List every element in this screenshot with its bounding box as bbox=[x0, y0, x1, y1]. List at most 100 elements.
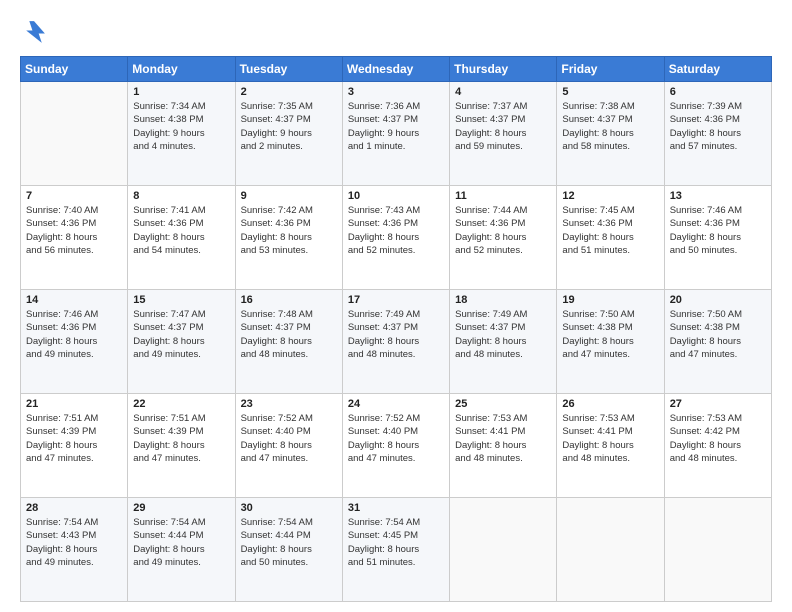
calendar-cell: 1 Sunrise: 7:34 AM Sunset: 4:38 PM Daylig… bbox=[128, 82, 235, 186]
calendar-cell: 25 Sunrise: 7:53 AM Sunset: 4:41 PM Dayli… bbox=[450, 394, 557, 498]
calendar-cell bbox=[664, 498, 771, 602]
day-info: Sunrise: 7:51 AM Sunset: 4:39 PM Dayligh… bbox=[133, 412, 229, 465]
calendar-cell: 28 Sunrise: 7:54 AM Sunset: 4:43 PM Dayli… bbox=[21, 498, 128, 602]
day-info: Sunrise: 7:48 AM Sunset: 4:37 PM Dayligh… bbox=[241, 308, 337, 361]
day-number: 26 bbox=[562, 398, 658, 410]
col-header-wednesday: Wednesday bbox=[342, 57, 449, 82]
day-number: 17 bbox=[348, 294, 444, 306]
day-info: Sunrise: 7:39 AM Sunset: 4:36 PM Dayligh… bbox=[670, 100, 766, 153]
day-number: 9 bbox=[241, 190, 337, 202]
day-number: 29 bbox=[133, 502, 229, 514]
day-info: Sunrise: 7:40 AM Sunset: 4:36 PM Dayligh… bbox=[26, 204, 122, 257]
col-header-sunday: Sunday bbox=[21, 57, 128, 82]
calendar-cell: 9 Sunrise: 7:42 AM Sunset: 4:36 PM Daylig… bbox=[235, 186, 342, 290]
logo-icon bbox=[20, 18, 48, 46]
calendar-cell: 14 Sunrise: 7:46 AM Sunset: 4:36 PM Dayli… bbox=[21, 290, 128, 394]
day-number: 28 bbox=[26, 502, 122, 514]
day-number: 2 bbox=[241, 86, 337, 98]
day-number: 15 bbox=[133, 294, 229, 306]
day-number: 4 bbox=[455, 86, 551, 98]
day-number: 23 bbox=[241, 398, 337, 410]
day-info: Sunrise: 7:38 AM Sunset: 4:37 PM Dayligh… bbox=[562, 100, 658, 153]
calendar-cell: 24 Sunrise: 7:52 AM Sunset: 4:40 PM Dayli… bbox=[342, 394, 449, 498]
calendar-cell: 22Sunrise: 7:51 AM Sunset: 4:39 PM Dayli… bbox=[128, 394, 235, 498]
day-info: Sunrise: 7:42 AM Sunset: 4:36 PM Dayligh… bbox=[241, 204, 337, 257]
calendar-cell: 8Sunrise: 7:41 AM Sunset: 4:36 PM Daylig… bbox=[128, 186, 235, 290]
calendar-cell: 5 Sunrise: 7:38 AM Sunset: 4:37 PM Daylig… bbox=[557, 82, 664, 186]
day-number: 12 bbox=[562, 190, 658, 202]
col-header-saturday: Saturday bbox=[664, 57, 771, 82]
calendar-cell: 6 Sunrise: 7:39 AM Sunset: 4:36 PM Daylig… bbox=[664, 82, 771, 186]
day-info: Sunrise: 7:43 AM Sunset: 4:36 PM Dayligh… bbox=[348, 204, 444, 257]
calendar-header-row: SundayMondayTuesdayWednesdayThursdayFrid… bbox=[21, 57, 772, 82]
day-info: Sunrise: 7:46 AM Sunset: 4:36 PM Dayligh… bbox=[670, 204, 766, 257]
day-info: Sunrise: 7:54 AM Sunset: 4:45 PM Dayligh… bbox=[348, 516, 444, 569]
day-info: Sunrise: 7:37 AM Sunset: 4:37 PM Dayligh… bbox=[455, 100, 551, 153]
day-info: Sunrise: 7:54 AM Sunset: 4:44 PM Dayligh… bbox=[241, 516, 337, 569]
day-number: 25 bbox=[455, 398, 551, 410]
day-number: 5 bbox=[562, 86, 658, 98]
day-info: Sunrise: 7:36 AM Sunset: 4:37 PM Dayligh… bbox=[348, 100, 444, 153]
calendar-cell: 7Sunrise: 7:40 AM Sunset: 4:36 PM Daylig… bbox=[21, 186, 128, 290]
calendar-cell: 31Sunrise: 7:54 AM Sunset: 4:45 PM Dayli… bbox=[342, 498, 449, 602]
day-number: 6 bbox=[670, 86, 766, 98]
day-number: 19 bbox=[562, 294, 658, 306]
calendar-cell: 29 Sunrise: 7:54 AM Sunset: 4:44 PM Dayli… bbox=[128, 498, 235, 602]
calendar-cell: 18 Sunrise: 7:49 AM Sunset: 4:37 PM Dayli… bbox=[450, 290, 557, 394]
day-info: Sunrise: 7:47 AM Sunset: 4:37 PM Dayligh… bbox=[133, 308, 229, 361]
day-info: Sunrise: 7:52 AM Sunset: 4:40 PM Dayligh… bbox=[348, 412, 444, 465]
day-info: Sunrise: 7:34 AM Sunset: 4:38 PM Dayligh… bbox=[133, 100, 229, 153]
calendar-cell: 27 Sunrise: 7:53 AM Sunset: 4:42 PM Dayli… bbox=[664, 394, 771, 498]
day-number: 1 bbox=[133, 86, 229, 98]
day-number: 16 bbox=[241, 294, 337, 306]
calendar-cell: 4 Sunrise: 7:37 AM Sunset: 4:37 PM Daylig… bbox=[450, 82, 557, 186]
day-info: Sunrise: 7:53 AM Sunset: 4:41 PM Dayligh… bbox=[562, 412, 658, 465]
header bbox=[20, 18, 772, 46]
col-header-friday: Friday bbox=[557, 57, 664, 82]
day-info: Sunrise: 7:51 AM Sunset: 4:39 PM Dayligh… bbox=[26, 412, 122, 465]
day-info: Sunrise: 7:54 AM Sunset: 4:43 PM Dayligh… bbox=[26, 516, 122, 569]
calendar-week-row: 14 Sunrise: 7:46 AM Sunset: 4:36 PM Dayli… bbox=[21, 290, 772, 394]
day-number: 11 bbox=[455, 190, 551, 202]
day-info: Sunrise: 7:49 AM Sunset: 4:37 PM Dayligh… bbox=[455, 308, 551, 361]
calendar-cell bbox=[21, 82, 128, 186]
calendar-cell: 10 Sunrise: 7:43 AM Sunset: 4:36 PM Dayli… bbox=[342, 186, 449, 290]
calendar-cell bbox=[450, 498, 557, 602]
day-number: 14 bbox=[26, 294, 122, 306]
calendar-table: SundayMondayTuesdayWednesdayThursdayFrid… bbox=[20, 56, 772, 602]
day-number: 3 bbox=[348, 86, 444, 98]
calendar-week-row: 28 Sunrise: 7:54 AM Sunset: 4:43 PM Dayli… bbox=[21, 498, 772, 602]
day-info: Sunrise: 7:49 AM Sunset: 4:37 PM Dayligh… bbox=[348, 308, 444, 361]
day-number: 27 bbox=[670, 398, 766, 410]
calendar-cell: 26 Sunrise: 7:53 AM Sunset: 4:41 PM Dayli… bbox=[557, 394, 664, 498]
calendar-cell: 3 Sunrise: 7:36 AM Sunset: 4:37 PM Daylig… bbox=[342, 82, 449, 186]
col-header-monday: Monday bbox=[128, 57, 235, 82]
day-info: Sunrise: 7:54 AM Sunset: 4:44 PM Dayligh… bbox=[133, 516, 229, 569]
day-info: Sunrise: 7:46 AM Sunset: 4:36 PM Dayligh… bbox=[26, 308, 122, 361]
day-number: 10 bbox=[348, 190, 444, 202]
col-header-tuesday: Tuesday bbox=[235, 57, 342, 82]
day-number: 20 bbox=[670, 294, 766, 306]
logo bbox=[20, 18, 52, 46]
calendar-cell: 11Sunrise: 7:44 AM Sunset: 4:36 PM Dayli… bbox=[450, 186, 557, 290]
day-info: Sunrise: 7:45 AM Sunset: 4:36 PM Dayligh… bbox=[562, 204, 658, 257]
day-number: 18 bbox=[455, 294, 551, 306]
calendar-cell: 12 Sunrise: 7:45 AM Sunset: 4:36 PM Dayli… bbox=[557, 186, 664, 290]
calendar-week-row: 7Sunrise: 7:40 AM Sunset: 4:36 PM Daylig… bbox=[21, 186, 772, 290]
day-info: Sunrise: 7:53 AM Sunset: 4:42 PM Dayligh… bbox=[670, 412, 766, 465]
calendar-cell: 17 Sunrise: 7:49 AM Sunset: 4:37 PM Dayli… bbox=[342, 290, 449, 394]
day-number: 21 bbox=[26, 398, 122, 410]
calendar-cell bbox=[557, 498, 664, 602]
calendar-cell: 19Sunrise: 7:50 AM Sunset: 4:38 PM Dayli… bbox=[557, 290, 664, 394]
calendar-cell: 16 Sunrise: 7:48 AM Sunset: 4:37 PM Dayli… bbox=[235, 290, 342, 394]
day-info: Sunrise: 7:53 AM Sunset: 4:41 PM Dayligh… bbox=[455, 412, 551, 465]
calendar-cell: 15 Sunrise: 7:47 AM Sunset: 4:37 PM Dayli… bbox=[128, 290, 235, 394]
calendar-cell: 21 Sunrise: 7:51 AM Sunset: 4:39 PM Dayli… bbox=[21, 394, 128, 498]
calendar-cell: 13 Sunrise: 7:46 AM Sunset: 4:36 PM Dayli… bbox=[664, 186, 771, 290]
day-number: 13 bbox=[670, 190, 766, 202]
col-header-thursday: Thursday bbox=[450, 57, 557, 82]
day-info: Sunrise: 7:50 AM Sunset: 4:38 PM Dayligh… bbox=[670, 308, 766, 361]
day-info: Sunrise: 7:41 AM Sunset: 4:36 PM Dayligh… bbox=[133, 204, 229, 257]
page: SundayMondayTuesdayWednesdayThursdayFrid… bbox=[0, 0, 792, 612]
day-number: 24 bbox=[348, 398, 444, 410]
